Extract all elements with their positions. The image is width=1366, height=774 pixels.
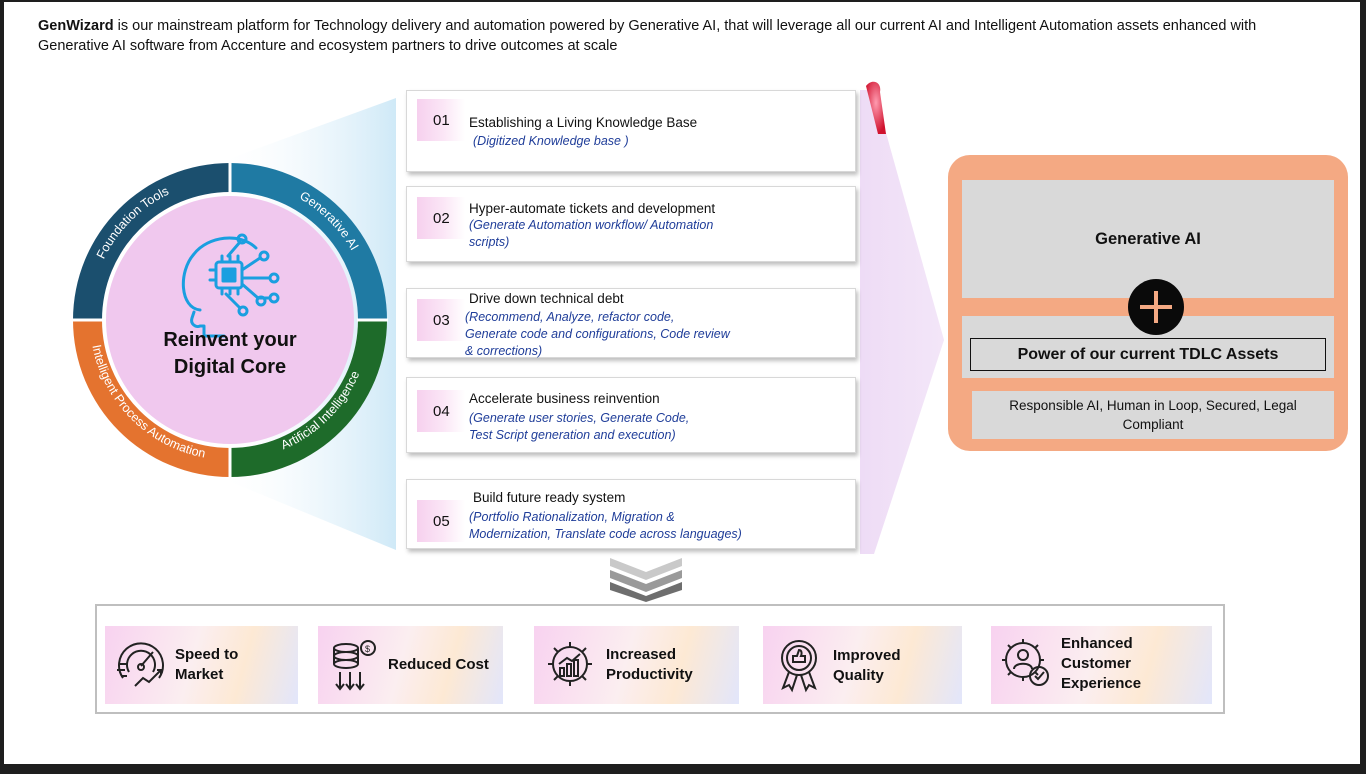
step-title: Hyper-automate tickets and development <box>469 201 716 216</box>
step-card-01: 01 Establishing a Living Knowledge Base … <box>406 90 856 172</box>
outcome-improved-quality: Improved Quality <box>763 626 962 704</box>
step-title: Build future ready system <box>473 490 626 505</box>
wheel-center <box>106 196 354 444</box>
step-title: Accelerate business reinvention <box>469 391 660 406</box>
step-card-02: 02 Hyper-automate tickets and developmen… <box>406 186 856 262</box>
step-card-04: 04 Accelerate business reinvention (Gene… <box>406 377 856 453</box>
step-title: Drive down technical debt <box>469 291 624 306</box>
center-title-line-1: Reinvent your <box>163 329 297 351</box>
big-arrow <box>860 90 944 554</box>
step-number: 01 <box>417 99 465 141</box>
slide: GenWizard is our mainstream platform for… <box>4 2 1360 764</box>
speedometer-icon <box>117 642 164 687</box>
outcome-enhanced-customer-experience: Enhanced Customer Experience <box>991 626 1212 704</box>
responsible-ai-label: Responsible AI, Human in Loop, Secured, … <box>1009 398 1297 432</box>
outcome-label: Enhanced Customer Experience <box>1061 635 1142 692</box>
wheel: Foundation Tools Generative AI Artificia… <box>72 162 388 478</box>
step-subtitle: (Generate Automation workflow/ Automatio… <box>469 218 714 249</box>
tdlc-assets-label: Power of our current TDLC Assets <box>970 338 1326 371</box>
outcome-reduced-cost: $ Reduced Cost <box>318 626 503 704</box>
outcome-label: Improved Quality <box>833 647 901 684</box>
step-subtitle: (Portfolio Rationalization, Migration & … <box>469 510 742 541</box>
step-subtitle: (Digitized Knowledge base ) <box>473 134 629 148</box>
outcome-speed-to-market: Speed to Market <box>105 626 298 704</box>
step-number: 05 <box>417 500 465 542</box>
plus-icon <box>1128 279 1184 335</box>
center-title-line-2: Digital Core <box>174 356 286 378</box>
step-number: 03 <box>417 299 465 341</box>
responsible-ai-block: Responsible AI, Human in Loop, Secured, … <box>972 391 1334 439</box>
quality-badge-icon <box>781 640 817 693</box>
svg-text:$: $ <box>365 644 370 654</box>
chevrons-down-icon <box>610 558 682 602</box>
outcome-label: Speed to Market <box>175 646 239 683</box>
outcome-label: Increased Productivity <box>606 646 693 683</box>
outcomes-bar: Speed to Market $ Reduced Cost Increased… <box>95 604 1225 714</box>
step-subtitle: (Recommend, Analyze, refactor code, Gene… <box>465 310 730 358</box>
step-number: 02 <box>417 197 465 239</box>
gear-chart-icon <box>548 642 592 686</box>
outcome-label: Reduced Cost <box>388 656 489 673</box>
assets-panel: Generative AI Power of our current TDLC … <box>948 155 1348 451</box>
step-card-05: 05 Build future ready system (Portfolio … <box>406 479 856 549</box>
step-title: Establishing a Living Knowledge Base <box>469 115 698 130</box>
coins-down-icon: $ <box>333 640 376 691</box>
step-number: 04 <box>417 390 465 432</box>
outcome-increased-productivity: Increased Productivity <box>534 626 739 704</box>
step-subtitle: (Generate user stories, Generate Code, T… <box>469 411 690 442</box>
customer-gear-icon <box>1002 639 1049 686</box>
step-card-03: 03 Drive down technical debt (Recommend,… <box>406 288 856 358</box>
